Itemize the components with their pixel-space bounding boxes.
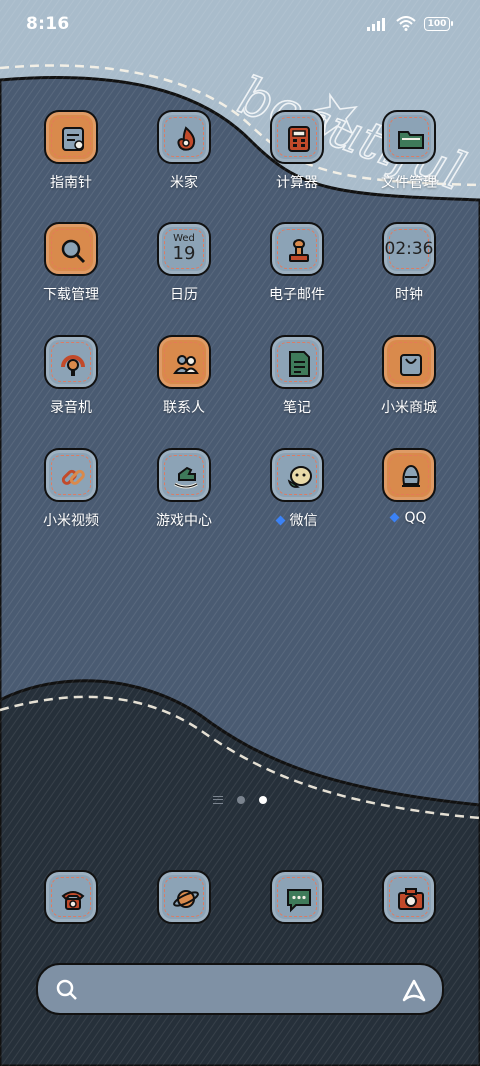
app-wechat[interactable]: 微信 [242,448,352,530]
app-file-manager[interactable]: 文件管理 [354,110,464,192]
app-label: 文件管理 [381,175,437,191]
app-label: 录音机 [50,400,92,416]
qq-icon [402,464,420,487]
app-label: 笔记 [283,400,311,416]
app-label: QQ [354,510,464,526]
message-icon [287,889,311,913]
dock-messages[interactable] [242,870,352,924]
recorder-icon [61,355,85,376]
contacts-icon [173,355,199,374]
app-label: 游戏中心 [156,513,212,529]
app-game-center[interactable]: 游戏中心 [129,448,239,530]
planet-icon [173,890,199,908]
app-label: 微信 [242,510,352,530]
app-label: 下载管理 [43,287,99,303]
stamp-icon [289,239,309,262]
app-mi-video[interactable]: 小米视频 [16,448,126,530]
app-mijia[interactable]: 米家 [129,110,239,192]
app-label: 日历 [170,287,198,303]
video-link-icon [61,469,85,485]
app-email[interactable]: 电子邮件 [242,222,352,304]
calendar-day: 19 [172,243,196,264]
app-download-manager[interactable]: 下载管理 [16,222,126,304]
app-label: 指南针 [50,175,92,191]
folder-icon [398,131,424,149]
app-label: 小米视频 [43,513,99,529]
rocking-horse-icon [174,466,198,489]
new-indicator [390,512,400,522]
app-label: 计算器 [276,175,318,191]
shop-bag-icon [400,354,422,376]
app-label: 联系人 [163,400,205,416]
wifi-icon [396,16,416,31]
app-label: 小米商城 [381,400,437,416]
app-contacts[interactable]: 联系人 [129,335,239,417]
notes-icon [289,351,310,377]
signal-icon [367,17,385,31]
search-icon [56,979,77,1000]
app-calendar[interactable]: Wed 19 日历 [129,222,239,304]
app-mi-store[interactable]: 小米商城 [354,335,464,417]
clock-icon: 02:36 [384,239,434,259]
dock-browser[interactable] [129,870,239,924]
battery-level: 100 [427,18,447,29]
dock-phone[interactable] [16,870,126,924]
app-notes[interactable]: 笔记 [242,335,352,417]
app-label-text: 微信 [289,513,318,529]
status-time: 8:16 [26,14,70,34]
dock-camera[interactable] [354,870,464,924]
list-page-indicator[interactable] [213,796,223,804]
battery-icon: 100 [424,16,453,31]
camera-icon [398,888,424,910]
app-label: 时钟 [395,287,423,303]
page-dot[interactable] [237,796,245,804]
phone-icon [61,891,85,910]
app-label: 米家 [170,175,198,191]
wechat-icon [287,466,312,488]
page-dot-active[interactable] [259,796,267,804]
search-bar[interactable] [36,963,444,1015]
compass-icon [62,127,84,151]
app-label: 电子邮件 [269,287,325,303]
mijia-icon [177,126,196,151]
new-indicator [275,515,285,525]
status-bar: 8:16 100 [0,0,480,48]
page-indicator[interactable] [0,796,480,804]
app-label-text: QQ [404,510,427,526]
app-clock[interactable]: 02:36 时钟 [354,222,464,304]
app-compass[interactable]: 指南针 [16,110,126,192]
app-calculator[interactable]: 计算器 [242,110,352,192]
assistant-icon[interactable] [400,976,428,1004]
app-recorder[interactable]: 录音机 [16,335,126,417]
app-qq[interactable]: QQ [354,448,464,526]
calculator-icon [288,126,310,152]
download-icon [61,239,86,264]
